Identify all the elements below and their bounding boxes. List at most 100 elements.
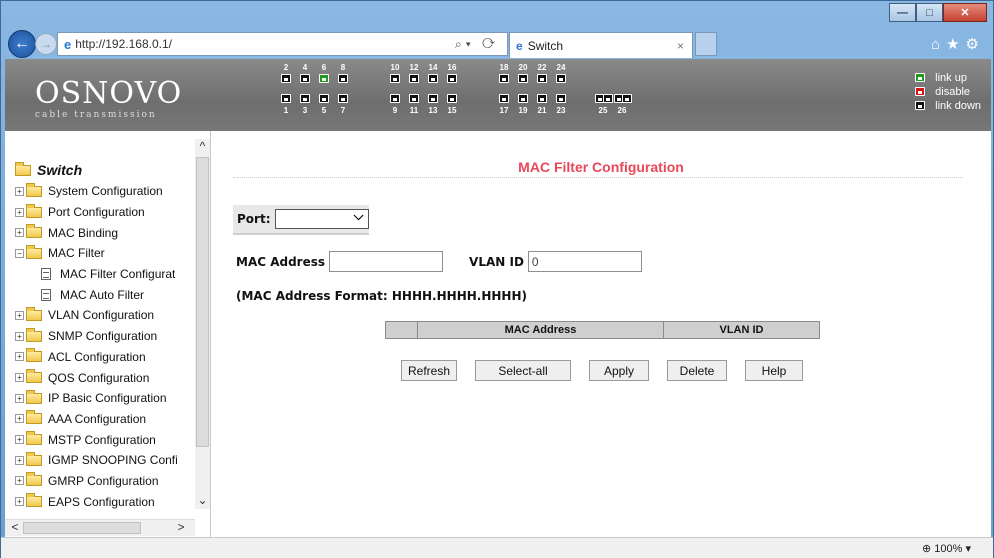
expand-icon[interactable]: + [15, 352, 24, 362]
sidebar-item-gmrp-configuration[interactable]: + GMRP Configuration [15, 471, 178, 492]
port-19-icon[interactable] [518, 94, 528, 103]
scroll-down-arrow-icon[interactable]: ⌄ [195, 493, 210, 509]
sidebar-item-ip-basic-configuration[interactable]: + IP Basic Configuration [15, 388, 178, 409]
close-window-button[interactable]: ✕ [943, 3, 987, 22]
scroll-left-arrow-icon[interactable]: < [7, 520, 23, 536]
minimize-button[interactable]: — [889, 3, 916, 22]
port-2-icon[interactable] [281, 74, 291, 83]
scrollbar-thumb[interactable] [196, 157, 209, 447]
port-15-icon[interactable] [447, 94, 457, 103]
port-number-label: 13 [428, 106, 438, 115]
folder-icon [26, 451, 42, 466]
back-button[interactable]: ← [8, 30, 36, 58]
folder-open-icon [15, 161, 31, 176]
port-23-icon[interactable] [556, 94, 566, 103]
port-5-icon[interactable] [319, 94, 329, 103]
port-16-icon[interactable] [447, 74, 457, 83]
page-icon [41, 268, 51, 281]
sidebar-item-mac-auto-filter[interactable]: MAC Auto Filter [15, 284, 178, 305]
address-url: http://192.168.0.1/ [75, 37, 172, 51]
expand-icon[interactable]: + [15, 476, 24, 486]
expand-icon[interactable]: + [15, 207, 24, 217]
tab-close-icon[interactable]: × [677, 39, 684, 53]
address-actions[interactable]: ⌕▾ ⟳ [455, 37, 499, 52]
expand-icon[interactable]: + [15, 393, 24, 403]
sidebar-item-eaps-configuration[interactable]: + EAPS Configuration [15, 491, 178, 512]
port-number-label: 20 [518, 63, 528, 72]
expand-icon[interactable]: + [15, 331, 24, 341]
tab-ie-icon: e [516, 38, 523, 53]
sidebar-item-mac-binding[interactable]: + MAC Binding [15, 222, 178, 243]
apply-button[interactable]: Apply [589, 360, 649, 381]
folder-icon [26, 410, 42, 425]
sidebar-item-mac-filter-configurat[interactable]: MAC Filter Configurat [15, 264, 178, 285]
port-11-icon[interactable] [409, 94, 419, 103]
browser-tab[interactable]: e Switch × [509, 32, 693, 58]
port-18-icon[interactable] [499, 74, 509, 83]
forward-button[interactable]: → [35, 33, 57, 55]
legend-label: link up [935, 71, 967, 84]
sidebar-item-mac-filter[interactable]: − MAC Filter [15, 243, 178, 264]
sidebar-item-acl-configuration[interactable]: + ACL Configuration [15, 347, 178, 368]
sidebar-horizontal-scrollbar[interactable]: < > [5, 519, 195, 536]
port-1-icon[interactable] [281, 94, 291, 103]
port-number-label: 7 [340, 106, 346, 115]
port-4-icon[interactable] [300, 74, 310, 83]
port-9-icon[interactable] [390, 94, 400, 103]
folder-icon [26, 369, 42, 384]
mac-address-input[interactable] [329, 251, 444, 272]
expand-icon[interactable]: + [15, 497, 24, 507]
horizontal-scrollbar-thumb[interactable] [23, 522, 141, 534]
help-button[interactable]: Help [745, 360, 803, 381]
expand-icon[interactable]: + [15, 455, 24, 465]
page-icon [41, 288, 51, 301]
expand-icon[interactable]: + [15, 373, 24, 383]
vlan-id-input[interactable]: 0 [527, 251, 642, 272]
scroll-up-arrow-icon[interactable]: ^ [195, 139, 210, 155]
expand-icon[interactable]: + [15, 228, 24, 238]
refresh-button[interactable]: Refresh [401, 360, 457, 381]
expand-icon[interactable]: + [15, 310, 24, 320]
port-14-icon[interactable] [428, 74, 438, 83]
home-icon[interactable]: ⌂ [931, 36, 946, 53]
port-17-icon[interactable] [499, 94, 509, 103]
port-20-icon[interactable] [518, 74, 528, 83]
port-number-label: 19 [518, 106, 528, 115]
sidebar-vertical-scrollbar[interactable]: ^ ⌄ [195, 139, 210, 509]
port-24-icon[interactable] [556, 74, 566, 83]
scroll-right-arrow-icon[interactable]: > [173, 520, 189, 536]
expand-icon[interactable]: + [15, 186, 24, 196]
select-all-button[interactable]: Select-all [475, 360, 571, 381]
port-12-icon[interactable] [409, 74, 419, 83]
new-tab-button[interactable] [695, 32, 717, 56]
sidebar-item-port-configuration[interactable]: + Port Configuration [15, 202, 178, 223]
sidebar-item-system-configuration[interactable]: + System Configuration [15, 181, 178, 202]
sidebar-item-qos-configuration[interactable]: + QOS Configuration [15, 367, 178, 388]
favorites-star-icon[interactable]: ★ [946, 36, 965, 53]
sidebar-item-snmp-configuration[interactable]: + SNMP Configuration [15, 326, 178, 347]
zoom-level[interactable]: ⊕ 100% ▾ [922, 542, 971, 555]
port-10-icon[interactable] [390, 74, 400, 83]
port-8-icon[interactable] [338, 74, 348, 83]
maximize-button[interactable]: □ [916, 3, 943, 22]
sidebar-item-aaa-configuration[interactable]: + AAA Configuration [15, 409, 178, 430]
expand-icon[interactable]: + [15, 435, 24, 445]
collapse-icon[interactable]: − [15, 248, 24, 258]
port-7-icon[interactable] [338, 94, 348, 103]
mac-entry-row: MAC Address VLAN ID 0 [236, 251, 642, 272]
expand-icon[interactable]: + [15, 414, 24, 424]
port-22-icon[interactable] [537, 74, 547, 83]
sidebar-item-mstp-configuration[interactable]: + MSTP Configuration [15, 429, 178, 450]
port-6-icon[interactable] [319, 74, 329, 83]
port-21-icon[interactable] [537, 94, 547, 103]
tree-root[interactable]: Switch [15, 159, 178, 181]
port-13-icon[interactable] [428, 94, 438, 103]
sidebar-item-vlan-configuration[interactable]: + VLAN Configuration [15, 305, 178, 326]
settings-gear-icon[interactable]: ⚙ [966, 36, 985, 53]
address-bar[interactable]: e http://192.168.0.1/ ⌕▾ ⟳ [57, 32, 508, 56]
port-select[interactable] [274, 208, 369, 229]
port-3-icon[interactable] [300, 94, 310, 103]
delete-button[interactable]: Delete [667, 360, 727, 381]
sidebar-item-igmp-snooping-confi[interactable]: + IGMP SNOOPING Confi [15, 450, 178, 471]
window-controls: — □ ✕ [889, 3, 987, 23]
